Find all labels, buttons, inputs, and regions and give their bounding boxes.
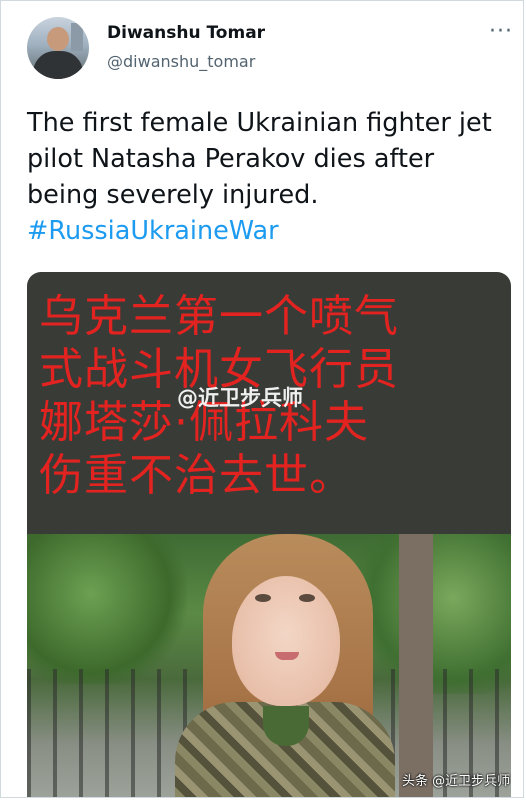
more-options-icon[interactable]: ··· — [489, 19, 513, 44]
portrait-photo — [27, 534, 511, 797]
avatar-background — [71, 23, 83, 51]
hashtag-link[interactable]: #RussiaUkraineWar — [27, 216, 279, 246]
shirt-collar — [263, 706, 309, 746]
tweet-body: The first female Ukrainian fighter jet p… — [27, 108, 492, 210]
avatar-body — [33, 51, 83, 79]
author-name[interactable]: Diwanshu Tomar — [107, 23, 265, 43]
tweet-media-image[interactable]: 乌克兰第一个喷气 式战斗机女飞行员 娜塔莎·佩拉科夫 伤重不治去世。 @近卫步兵… — [27, 272, 511, 797]
left-eye — [255, 594, 271, 602]
author-handle[interactable]: @diwanshu_tomar — [107, 52, 255, 71]
watermark-center: @近卫步兵师 — [177, 386, 303, 410]
right-eye — [299, 594, 315, 602]
tweet-card: Diwanshu Tomar @diwanshu_tomar ··· The f… — [0, 0, 524, 798]
tweet-text: The first female Ukrainian fighter jet p… — [27, 105, 507, 249]
avatar[interactable] — [27, 17, 89, 79]
tree-trunk — [399, 534, 433, 797]
watermark-corner: 头条 @近卫步兵师 — [402, 774, 511, 789]
avatar-head — [47, 27, 69, 51]
face — [232, 576, 340, 706]
background-tree — [27, 534, 187, 684]
